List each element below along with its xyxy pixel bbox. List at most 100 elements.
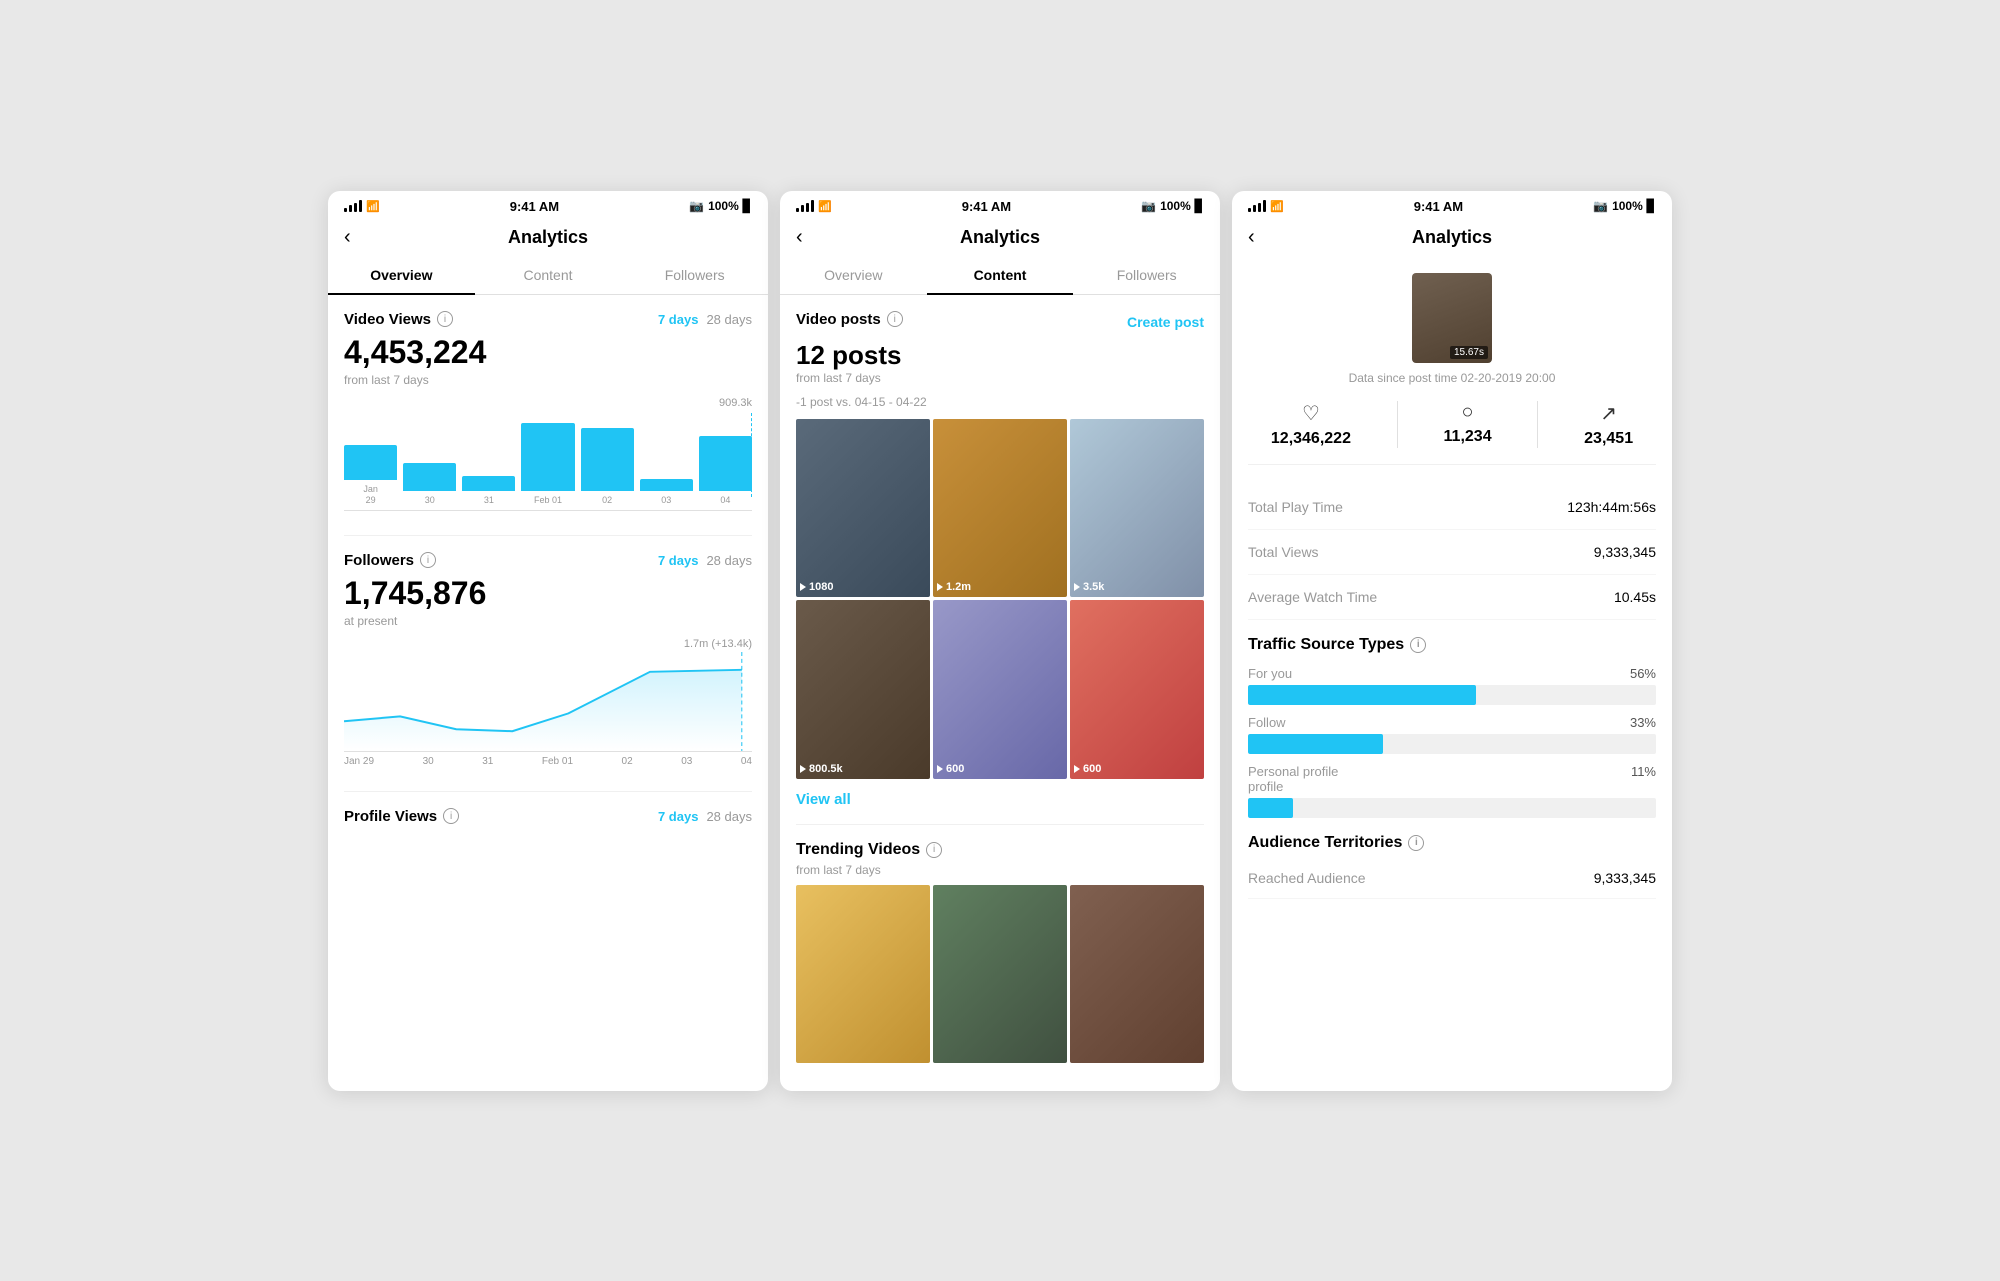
line-label-2: 30 (423, 756, 434, 767)
bar3 (354, 203, 357, 212)
line-label-1: Jan 29 (344, 756, 374, 767)
followers-period-28[interactable]: 28 days (706, 553, 752, 568)
video-count-3: 3.5k (1074, 581, 1104, 593)
traffic-follow-label: Follow (1248, 715, 1286, 730)
bar-03: 03 (640, 479, 693, 506)
profile-views-info-icon[interactable]: i (443, 808, 459, 824)
play-icon-1 (800, 583, 806, 591)
bar4-2 (811, 200, 814, 212)
bar-feb01: Feb 01 (521, 423, 574, 506)
play-icon-4 (800, 765, 806, 773)
bar3-3 (1258, 203, 1261, 212)
stat-divider-1 (1397, 401, 1398, 448)
divider-2 (344, 791, 752, 792)
video-thumb-4[interactable]: 800.5k (796, 600, 930, 779)
followers-info-icon[interactable]: i (420, 552, 436, 568)
followers-periods: 7 days 28 days (658, 553, 752, 568)
followers-sublabel: at present (344, 614, 752, 628)
tab-content-1[interactable]: Content (475, 257, 622, 295)
bar-label-3: 31 (484, 495, 494, 506)
bluetooth-icon-3: 📷 (1593, 199, 1608, 213)
audience-info-icon[interactable]: i (1408, 835, 1424, 851)
bar1 (344, 208, 347, 212)
tabs-1: Overview Content Followers (328, 257, 768, 295)
bluetooth-icon-1: 📷 (689, 199, 704, 213)
create-post-button[interactable]: Create post (1127, 314, 1204, 330)
bar1-3 (1248, 208, 1251, 212)
divider-1 (344, 535, 752, 536)
profile-views-periods: 7 days 28 days (658, 809, 752, 824)
bar-label-7: 04 (720, 495, 730, 506)
stat-divider-2 (1537, 401, 1538, 448)
traffic-personal-label: Personal profileprofile (1248, 764, 1338, 794)
bar-fill-5 (581, 428, 634, 491)
tab-content-2[interactable]: Content (927, 257, 1074, 295)
time-3: 9:41 AM (1414, 199, 1463, 214)
bar-02: 02 (581, 428, 634, 506)
video-thumb-5[interactable]: 600 (933, 600, 1067, 779)
video-thumb-3[interactable]: 3.5k (1070, 419, 1204, 598)
back-button-1[interactable]: ‹ (344, 226, 351, 249)
time-1: 9:41 AM (510, 199, 559, 214)
trending-info-icon[interactable]: i (926, 842, 942, 858)
video-posts-sublabel2: -1 post vs. 04-15 - 04-22 (796, 395, 1204, 409)
profile-views-title-row: Profile Views i (344, 808, 459, 825)
tab-overview-1[interactable]: Overview (328, 257, 475, 295)
followers-value: 1,745,876 (344, 575, 752, 612)
period-28-days-1[interactable]: 28 days (706, 312, 752, 327)
bar1-2 (796, 208, 799, 212)
profile-period-28[interactable]: 28 days (706, 809, 752, 824)
post-thumbnail[interactable]: 15.67s (1412, 273, 1492, 363)
trending-thumb-3[interactable] (1070, 885, 1204, 1064)
video-posts-info-icon[interactable]: i (887, 311, 903, 327)
video-count-4: 800.5k (800, 763, 843, 775)
audience-title: Audience Territories i (1248, 834, 1656, 852)
video-views-info-icon[interactable]: i (437, 311, 453, 327)
play-icon-6 (1074, 765, 1080, 773)
followers-period-7[interactable]: 7 days (658, 553, 698, 568)
video-views-periods: 7 days 28 days (658, 312, 752, 327)
back-button-2[interactable]: ‹ (796, 226, 803, 249)
trending-thumb-2[interactable] (933, 885, 1067, 1064)
trending-grid (796, 885, 1204, 1064)
video-views-title: Video Views (344, 311, 431, 328)
period-7-days-1[interactable]: 7 days (658, 312, 698, 327)
dashed-line-1 (751, 413, 752, 497)
page-title-2: Analytics (960, 227, 1040, 248)
page-title-1: Analytics (508, 227, 588, 248)
tab-followers-2[interactable]: Followers (1073, 257, 1220, 295)
bar-max-label: 909.3k (344, 397, 752, 409)
video-count-2: 1.2m (937, 581, 971, 593)
bar-fill-3 (462, 476, 515, 491)
traffic-title: Traffic Source Types i (1248, 636, 1656, 654)
back-button-3[interactable]: ‹ (1248, 226, 1255, 249)
bar-label-4: Feb 01 (534, 495, 562, 506)
tab-overview-2[interactable]: Overview (780, 257, 927, 295)
line-label-5: 02 (622, 756, 633, 767)
traffic-section: Traffic Source Types i For you 56% Follo… (1248, 636, 1656, 818)
screen-content: 📶 9:41 AM 📷 100% ▊ ‹ Analytics Overview … (780, 191, 1220, 1091)
signal-bars-1 (344, 200, 362, 212)
profile-views-title: Profile Views (344, 808, 437, 825)
page-title-3: Analytics (1412, 227, 1492, 248)
traffic-for-you-bar-bg (1248, 685, 1656, 705)
profile-period-7[interactable]: 7 days (658, 809, 698, 824)
comments-value: 11,234 (1444, 428, 1492, 446)
header-1: ‹ Analytics (328, 218, 768, 257)
battery-icon-1: ▊ (743, 199, 752, 213)
traffic-info-icon[interactable]: i (1410, 637, 1426, 653)
trending-thumb-1[interactable] (796, 885, 930, 1064)
video-thumb-1[interactable]: 1080 (796, 419, 930, 598)
likes-value: 12,346,222 (1271, 430, 1351, 448)
trending-sublabel: from last 7 days (796, 863, 1204, 877)
tab-followers-1[interactable]: Followers (621, 257, 768, 295)
play-icon-5 (937, 765, 943, 773)
traffic-personal-bar-fill (1248, 798, 1293, 818)
total-play-time-row: Total Play Time 123h:44m:56s (1248, 485, 1656, 530)
status-right-3: 📷 100% ▊ (1593, 199, 1656, 213)
wifi-icon-1: 📶 (366, 200, 380, 213)
video-thumb-6[interactable]: 600 (1070, 600, 1204, 779)
view-all-button[interactable]: View all (796, 791, 1204, 808)
video-thumb-2[interactable]: 1.2m (933, 419, 1067, 598)
traffic-personal-bar-bg (1248, 798, 1656, 818)
